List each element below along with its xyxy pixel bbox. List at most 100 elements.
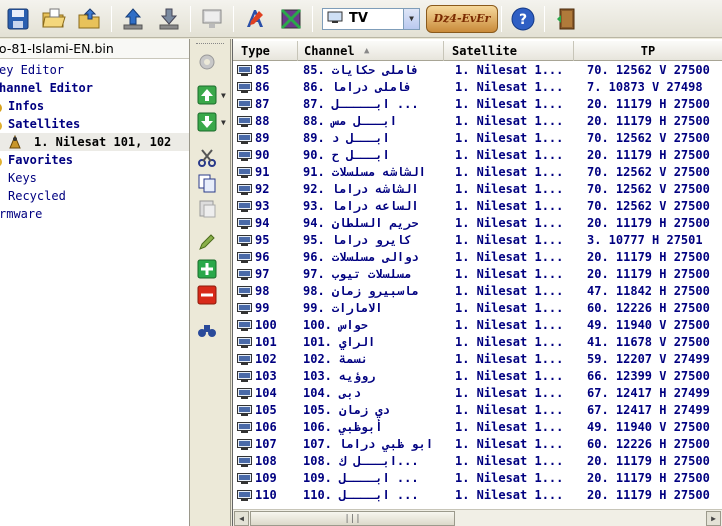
table-row[interactable]: 94 94. حريم السلطان 1. Nilesat 1... 20. 111… xyxy=(233,215,722,232)
dropdown-arrow-icon[interactable]: ▼ xyxy=(221,91,226,100)
file-name: po-81-Islami-EN.bin xyxy=(0,39,189,59)
upload-icon[interactable] xyxy=(119,5,147,33)
cell-channel: 97. مسلسلات تيوب xyxy=(303,267,412,281)
table-row[interactable]: 91 91. الشاشه مسلسلات 1. Nilesat 1... 70. 1… xyxy=(233,164,722,181)
folder-upload-icon[interactable] xyxy=(76,5,104,33)
table-row[interactable]: 85 85. فاملى حكايات 1. Nilesat 1... 70. 125… xyxy=(233,62,722,79)
app-logo[interactable]: Dz4-EvEr xyxy=(426,4,498,33)
cell-channel: 96. دوالى مسلسلات xyxy=(303,250,419,264)
tv-channel-icon xyxy=(237,371,252,382)
tree-panel: po-81-Islami-EN.bin ey Editor hannel Edi… xyxy=(0,39,190,526)
tree-item-firmware[interactable]: rmware xyxy=(0,205,189,223)
tree-item-recycled[interactable]: Recycled xyxy=(0,187,189,205)
table-row[interactable]: 107 107. ابو ظبي دراما 1. Nilesat 1... 60. … xyxy=(233,436,722,453)
rename-pencil-icon[interactable] xyxy=(195,231,219,253)
tree-item-satellites[interactable]: Satellites xyxy=(0,115,189,133)
tree-item-infos[interactable]: Infos xyxy=(0,97,189,115)
main-toolbar: TV ▼ Dz4-EvEr ? xyxy=(0,0,722,38)
table-row[interactable]: 103 103. روؤيه 1. Nilesat 1... 66. 12399 V … xyxy=(233,368,722,385)
move-up-icon[interactable] xyxy=(195,84,219,106)
table-row[interactable]: 92 92. الشاشه دراما 1. Nilesat 1... 70. 125… xyxy=(233,181,722,198)
table-row[interactable]: 102 102. نسمة 1. Nilesat 1... 59. 12207 V 2… xyxy=(233,351,722,368)
table-row[interactable]: 101 101. الراي 1. Nilesat 1... 41. 11678 V … xyxy=(233,334,722,351)
chevron-down-icon[interactable]: ▼ xyxy=(403,8,419,29)
save-icon[interactable] xyxy=(4,5,32,33)
image-icon[interactable] xyxy=(277,5,305,33)
table-row[interactable]: 89 89. ابـــل د 1. Nilesat 1... 70. 12562 V… xyxy=(233,130,722,147)
table-row[interactable]: 95 95. كايرو دراما 1. Nilesat 1... 3. 10777… xyxy=(233,232,722,249)
help-icon[interactable]: ? xyxy=(509,5,537,33)
toolbar-separator xyxy=(501,5,502,32)
cell-tp: 70. 12562 V 27500 xyxy=(587,165,710,179)
column-header-channel[interactable]: Channel ▲ xyxy=(298,41,444,61)
table-row[interactable]: 100 100. حواس 1. Nilesat 1... 49. 11940 V 2… xyxy=(233,317,722,334)
table-row[interactable]: 96 96. دوالى مسلسلات 1. Nilesat 1... 20. 11… xyxy=(233,249,722,266)
table-row[interactable]: 88 88. ابـــل مس 1. Nilesat 1... 20. 11179 … xyxy=(233,113,722,130)
mode-select[interactable]: TV ▼ xyxy=(322,7,420,30)
tree-item-key-editor[interactable]: ey Editor xyxy=(0,61,189,79)
table-row[interactable]: 110 110. ابــــل ... 1. Nilesat 1... 20. 11… xyxy=(233,487,722,504)
cell-tp: 20. 11179 H 27500 xyxy=(587,454,710,468)
cell-type: 96 xyxy=(255,250,270,264)
download-icon[interactable] xyxy=(155,5,183,33)
cell-channel: 95. كايرو دراما xyxy=(303,233,412,247)
column-header-satellite[interactable]: Satellite xyxy=(444,41,574,61)
table-row[interactable]: 99 99. الامارات 1. Nilesat 1... 60. 12226 H… xyxy=(233,300,722,317)
scroll-left-icon[interactable]: ◀ xyxy=(234,511,249,526)
cell-channel: 106. أبوظبي xyxy=(303,420,383,434)
table-row[interactable]: 105 105. دي زمان 1. Nilesat 1... 67. 12417 … xyxy=(233,402,722,419)
tree-item-channel-editor[interactable]: hannel Editor xyxy=(0,79,189,97)
cell-tp: 20. 11179 H 27500 xyxy=(587,488,710,502)
copy-icon[interactable] xyxy=(195,172,219,194)
dropdown-arrow-icon[interactable]: ▼ xyxy=(221,118,226,127)
cell-satellite: 1. Nilesat 1... xyxy=(455,63,564,77)
cell-type: 108 xyxy=(255,454,277,468)
move-down-icon[interactable] xyxy=(195,111,219,133)
cell-satellite: 1. Nilesat 1... xyxy=(455,233,564,247)
cell-channel: 102. نسمة xyxy=(303,352,369,366)
tree-item-keys[interactable]: Keys xyxy=(0,169,189,187)
cell-type: 104 xyxy=(255,386,277,400)
table-row[interactable]: 86 86. فاملى دراما 1. Nilesat 1... 7. 10873… xyxy=(233,79,722,96)
paste-icon[interactable] xyxy=(195,197,219,219)
open-folder-icon[interactable] xyxy=(40,5,68,33)
cell-type: 98 xyxy=(255,284,270,298)
scrollbar-thumb[interactable]: ||| xyxy=(250,511,455,526)
table-row[interactable]: 90 90. ابـــل ح 1. Nilesat 1... 20. 11179 H… xyxy=(233,147,722,164)
cell-channel: 107. ابو ظبي دراما xyxy=(303,437,434,451)
column-header-tp[interactable]: TP xyxy=(574,41,722,61)
cell-tp: 20. 11179 H 27500 xyxy=(587,250,710,264)
delete-icon[interactable] xyxy=(195,284,219,306)
cell-tp: 70. 12562 V 27500 xyxy=(587,182,710,196)
scroll-right-icon[interactable]: ▶ xyxy=(706,511,721,526)
cut-icon[interactable] xyxy=(195,147,219,169)
cell-type: 102 xyxy=(255,352,277,366)
settings-icon[interactable] xyxy=(195,51,219,73)
column-header-type[interactable]: Type xyxy=(233,41,298,61)
table-row[interactable]: 98 98. ماسبيرو زمان 1. Nilesat 1... 47. 118… xyxy=(233,283,722,300)
table-row[interactable]: 97 97. مسلسلات تيوب 1. Nilesat 1... 20. 111… xyxy=(233,266,722,283)
horizontal-scrollbar[interactable]: ◀ ||| ▶ xyxy=(233,509,722,526)
table-row[interactable]: 104 104. دبى 1. Nilesat 1... 67. 12417 H 27… xyxy=(233,385,722,402)
add-icon[interactable] xyxy=(195,258,219,280)
cell-channel: 109. ابــــل ... xyxy=(303,471,419,485)
tree-item-nilesat[interactable]: 1. Nilesat 101, 102 xyxy=(0,133,189,151)
table-row[interactable]: 106 106. أبوظبي 1. Nilesat 1... 49. 11940 V… xyxy=(233,419,722,436)
find-binoculars-icon[interactable] xyxy=(195,319,219,341)
cell-satellite: 1. Nilesat 1... xyxy=(455,386,564,400)
table-row[interactable]: 108 108. ابـــل ك... 1. Nilesat 1... 20. 11… xyxy=(233,453,722,470)
tree-item-favorites[interactable]: Favorites xyxy=(0,151,189,169)
cell-tp: 70. 12562 V 27500 xyxy=(587,199,710,213)
cell-type: 103 xyxy=(255,369,277,383)
cell-satellite: 1. Nilesat 1... xyxy=(455,335,564,349)
monitor-icon[interactable] xyxy=(198,5,226,33)
cell-channel: 87. ابـــــل ... xyxy=(303,97,419,111)
exit-door-icon[interactable] xyxy=(552,5,580,33)
table-row[interactable]: 93 93. الساعه دراما 1. Nilesat 1... 70. 125… xyxy=(233,198,722,215)
table-row[interactable]: 109 109. ابــــل ... 1. Nilesat 1... 20. 11… xyxy=(233,470,722,487)
cell-tp: 41. 11678 V 27500 xyxy=(587,335,710,349)
table-row[interactable]: 87 87. ابـــــل ... 1. Nilesat 1... 20. 111… xyxy=(233,96,722,113)
cell-satellite: 1. Nilesat 1... xyxy=(455,114,564,128)
text-editor-icon[interactable] xyxy=(241,5,269,33)
cell-channel: 108. ابـــل ك... xyxy=(303,454,419,468)
